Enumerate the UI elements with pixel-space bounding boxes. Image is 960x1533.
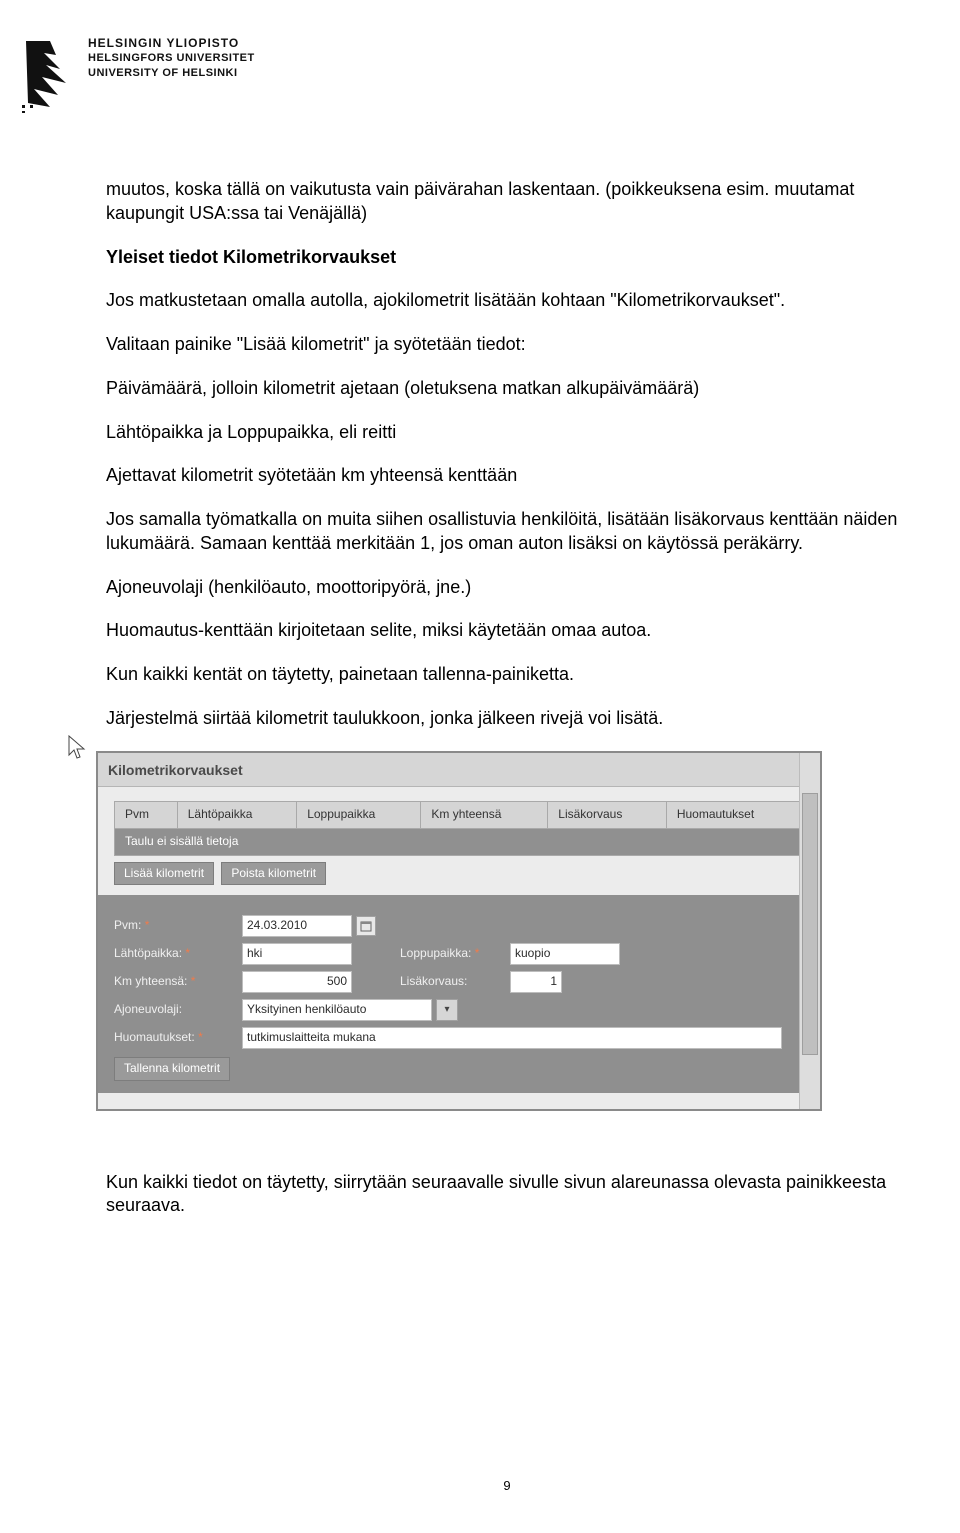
- para3-line2: Päivämäärä, jolloin kilometrit ajetaan (…: [106, 377, 908, 401]
- kilometrit-table: Pvm Lähtöpaikka Loppupaikka Km yhteensä …: [114, 801, 804, 856]
- calendar-icon[interactable]: [356, 916, 376, 936]
- required-star: *: [145, 918, 150, 932]
- chevron-down-icon[interactable]: ▾: [436, 999, 458, 1021]
- empty-message: Taulu ei sisällä tietoja: [115, 828, 804, 855]
- brand-line-fi: HELSINGIN YLIOPISTO: [88, 35, 255, 51]
- col-loppupaikka[interactable]: Loppupaikka: [297, 801, 421, 828]
- page-number: 9: [106, 1478, 908, 1493]
- huomautukset-input[interactable]: tutkimuslaitteita mukana: [242, 1027, 782, 1049]
- paragraph-outro: Kun kaikki tiedot on täytetty, siirrytää…: [106, 1171, 908, 1219]
- add-kilometrit-button[interactable]: Lisää kilometrit: [114, 862, 214, 886]
- paragraph-2: Jos matkustetaan omalla autolla, ajokilo…: [106, 289, 908, 313]
- panel-scrollbar[interactable]: [799, 753, 820, 1109]
- brand-line-sv: HELSINGFORS UNIVERSITET: [88, 51, 255, 66]
- para3-line6: Ajoneuvolaji (henkilöauto, moottoripyörä…: [106, 576, 908, 600]
- para3-line5: Jos samalla työmatkalla on muita siihen …: [106, 508, 908, 556]
- section-heading: Yleiset tiedot Kilometrikorvaukset: [106, 246, 908, 270]
- flame-icon: [20, 35, 78, 118]
- label-loppupaikka: Loppupaikka:: [400, 946, 471, 960]
- label-lahtopaikka: Lähtöpaikka:: [114, 946, 182, 960]
- label-lisakorvaus: Lisäkorvaus:: [400, 974, 467, 988]
- para3-line4: Ajettavat kilometrit syötetään km yhteen…: [106, 464, 908, 488]
- panel-title: Kilometrikorvaukset: [98, 753, 820, 787]
- label-ajoneuvolaji: Ajoneuvolaji:: [114, 1002, 182, 1016]
- col-km[interactable]: Km yhteensä: [421, 801, 548, 828]
- col-pvm[interactable]: Pvm: [115, 801, 178, 828]
- para3-line1: Valitaan painike "Lisää kilometrit" ja s…: [106, 333, 908, 357]
- loppupaikka-input[interactable]: kuopio: [510, 943, 620, 965]
- col-lahtopaikka[interactable]: Lähtöpaikka: [177, 801, 296, 828]
- ajoneuvolaji-select[interactable]: Yksityinen henkilöauto: [242, 999, 432, 1021]
- brand-logo: HELSINGIN YLIOPISTO HELSINGFORS UNIVERSI…: [20, 35, 255, 118]
- scrollbar-thumb[interactable]: [802, 793, 818, 1055]
- para3-line8: Kun kaikki kentät on täytetty, painetaan…: [106, 663, 908, 687]
- brand-text: HELSINGIN YLIOPISTO HELSINGFORS UNIVERSI…: [88, 35, 255, 81]
- col-lisakorvaus[interactable]: Lisäkorvaus: [548, 801, 667, 828]
- km-yhteensa-input[interactable]: 500: [242, 971, 352, 993]
- brand-line-en: UNIVERSITY OF HELSINKI: [88, 66, 255, 81]
- label-pvm: Pvm:: [114, 918, 141, 932]
- cursor-icon: [68, 735, 86, 766]
- label-km-yhteensa: Km yhteensä:: [114, 974, 187, 988]
- para3-line7: Huomautus-kenttään kirjoitetaan selite, …: [106, 619, 908, 643]
- paragraph-intro: muutos, koska tällä on vaikutusta vain p…: [106, 178, 908, 226]
- label-huomautukset: Huomautukset:: [114, 1030, 195, 1044]
- pvm-input[interactable]: 24.03.2010: [242, 915, 352, 937]
- table-empty-row: Taulu ei sisällä tietoja: [115, 828, 804, 855]
- para3-line3: Lähtöpaikka ja Loppupaikka, eli reitti: [106, 421, 908, 445]
- col-huomautukset[interactable]: Huomautukset: [666, 801, 803, 828]
- save-kilometrit-button[interactable]: Tallenna kilometrit: [114, 1057, 230, 1081]
- lisakorvaus-input[interactable]: 1: [510, 971, 562, 993]
- kilometrikorvaukset-panel: Kilometrikorvaukset Pvm Lähtöpaikka Lopp…: [96, 751, 822, 1111]
- delete-kilometrit-button[interactable]: Poista kilometrit: [221, 862, 326, 886]
- para3-line9: Järjestelmä siirtää kilometrit taulukkoo…: [106, 707, 908, 731]
- lahtopaikka-input[interactable]: hki: [242, 943, 352, 965]
